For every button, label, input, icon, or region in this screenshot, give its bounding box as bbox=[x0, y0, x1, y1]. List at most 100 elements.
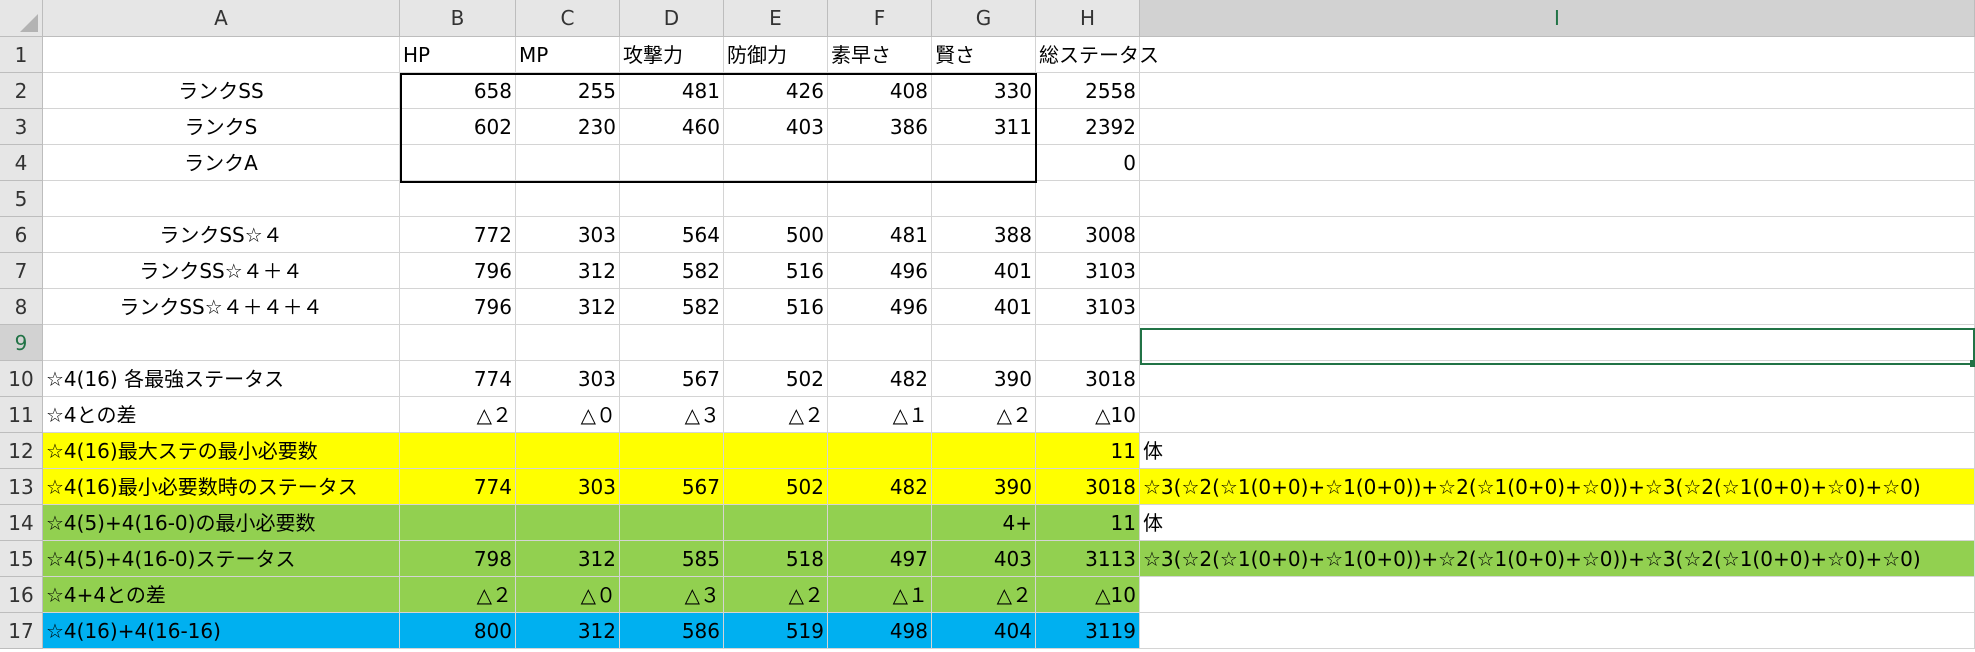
cell-a14[interactable]: ☆4(5)+4(16-0)の最小必要数 bbox=[43, 505, 400, 541]
cell-h17[interactable]: 3119 bbox=[1036, 613, 1140, 649]
cell-i17[interactable] bbox=[1140, 613, 1975, 649]
cell-h3[interactable]: 2392 bbox=[1036, 109, 1140, 145]
cell-f13[interactable]: 482 bbox=[828, 469, 932, 505]
column-header-a[interactable]: A bbox=[43, 0, 400, 37]
cell-b5[interactable] bbox=[400, 181, 516, 217]
cell-i14[interactable]: 体 bbox=[1140, 505, 1975, 541]
select-all-corner[interactable] bbox=[0, 0, 43, 37]
cell-e15[interactable]: 518 bbox=[724, 541, 828, 577]
fill-handle[interactable] bbox=[1970, 360, 1975, 367]
row-header-4[interactable]: 4 bbox=[0, 145, 43, 181]
row-header-17[interactable]: 17 bbox=[0, 613, 43, 649]
column-header-f[interactable]: F bbox=[828, 0, 932, 37]
cell-i1[interactable] bbox=[1140, 37, 1975, 73]
cell-f9[interactable] bbox=[828, 325, 932, 361]
cell-a2[interactable]: ランクSS bbox=[43, 73, 400, 109]
cell-c10[interactable]: 303 bbox=[516, 361, 620, 397]
cell-i5[interactable] bbox=[1140, 181, 1975, 217]
cell-d10[interactable]: 567 bbox=[620, 361, 724, 397]
cell-e11[interactable]: △２ bbox=[724, 397, 828, 433]
row-header-7[interactable]: 7 bbox=[0, 253, 43, 289]
cell-d9[interactable] bbox=[620, 325, 724, 361]
cell-c9[interactable] bbox=[516, 325, 620, 361]
cell-a10[interactable]: ☆4(16) 各最強ステータス bbox=[43, 361, 400, 397]
cell-c14[interactable] bbox=[516, 505, 620, 541]
cell-c12[interactable] bbox=[516, 433, 620, 469]
cell-g8[interactable]: 401 bbox=[932, 289, 1036, 325]
cell-h5[interactable] bbox=[1036, 181, 1140, 217]
cell-b16[interactable]: △２ bbox=[400, 577, 516, 613]
column-header-d[interactable]: D bbox=[620, 0, 724, 37]
row-header-12[interactable]: 12 bbox=[0, 433, 43, 469]
cell-a16[interactable]: ☆4+4との差 bbox=[43, 577, 400, 613]
cell-d6[interactable]: 564 bbox=[620, 217, 724, 253]
cell-i11[interactable] bbox=[1140, 397, 1975, 433]
cell-i3[interactable] bbox=[1140, 109, 1975, 145]
cell-c6[interactable]: 303 bbox=[516, 217, 620, 253]
cell-b2[interactable]: 658 bbox=[400, 73, 516, 109]
cell-c2[interactable]: 255 bbox=[516, 73, 620, 109]
cell-e4[interactable] bbox=[724, 145, 828, 181]
cell-i6[interactable] bbox=[1140, 217, 1975, 253]
cell-f2[interactable]: 408 bbox=[828, 73, 932, 109]
cell-c7[interactable]: 312 bbox=[516, 253, 620, 289]
cell-f15[interactable]: 497 bbox=[828, 541, 932, 577]
cell-i9[interactable] bbox=[1140, 325, 1975, 361]
cell-h10[interactable]: 3018 bbox=[1036, 361, 1140, 397]
cell-c11[interactable]: △０ bbox=[516, 397, 620, 433]
cell-e14[interactable] bbox=[724, 505, 828, 541]
cell-g10[interactable]: 390 bbox=[932, 361, 1036, 397]
row-header-16[interactable]: 16 bbox=[0, 577, 43, 613]
cell-i16[interactable] bbox=[1140, 577, 1975, 613]
cell-c4[interactable] bbox=[516, 145, 620, 181]
column-header-i[interactable]: I bbox=[1140, 0, 1975, 37]
cell-d17[interactable]: 586 bbox=[620, 613, 724, 649]
cell-i4[interactable] bbox=[1140, 145, 1975, 181]
cell-c16[interactable]: △０ bbox=[516, 577, 620, 613]
cell-h8[interactable]: 3103 bbox=[1036, 289, 1140, 325]
row-header-11[interactable]: 11 bbox=[0, 397, 43, 433]
cell-a3[interactable]: ランクS bbox=[43, 109, 400, 145]
cell-e17[interactable]: 519 bbox=[724, 613, 828, 649]
cell-b13[interactable]: 774 bbox=[400, 469, 516, 505]
cell-b6[interactable]: 772 bbox=[400, 217, 516, 253]
column-header-g[interactable]: G bbox=[932, 0, 1036, 37]
row-header-9[interactable]: 9 bbox=[0, 325, 43, 361]
cell-d12[interactable] bbox=[620, 433, 724, 469]
row-header-10[interactable]: 10 bbox=[0, 361, 43, 397]
cell-d11[interactable]: △３ bbox=[620, 397, 724, 433]
cell-b3[interactable]: 602 bbox=[400, 109, 516, 145]
column-header-e[interactable]: E bbox=[724, 0, 828, 37]
cell-g2[interactable]: 330 bbox=[932, 73, 1036, 109]
cell-h7[interactable]: 3103 bbox=[1036, 253, 1140, 289]
cell-f7[interactable]: 496 bbox=[828, 253, 932, 289]
cell-b1[interactable]: HP bbox=[400, 37, 516, 73]
cell-e12[interactable] bbox=[724, 433, 828, 469]
cell-e16[interactable]: △２ bbox=[724, 577, 828, 613]
row-header-13[interactable]: 13 bbox=[0, 469, 43, 505]
cell-g15[interactable]: 403 bbox=[932, 541, 1036, 577]
cell-d13[interactable]: 567 bbox=[620, 469, 724, 505]
cell-h11[interactable]: △10 bbox=[1036, 397, 1140, 433]
cell-b15[interactable]: 798 bbox=[400, 541, 516, 577]
cell-d15[interactable]: 585 bbox=[620, 541, 724, 577]
cell-f5[interactable] bbox=[828, 181, 932, 217]
row-header-3[interactable]: 3 bbox=[0, 109, 43, 145]
cell-c3[interactable]: 230 bbox=[516, 109, 620, 145]
cell-h2[interactable]: 2558 bbox=[1036, 73, 1140, 109]
cell-f16[interactable]: △１ bbox=[828, 577, 932, 613]
cell-g4[interactable] bbox=[932, 145, 1036, 181]
row-header-2[interactable]: 2 bbox=[0, 73, 43, 109]
cell-a1[interactable] bbox=[43, 37, 400, 73]
cell-g1[interactable]: 賢さ bbox=[932, 37, 1036, 73]
cell-d8[interactable]: 582 bbox=[620, 289, 724, 325]
column-header-h[interactable]: H bbox=[1036, 0, 1140, 37]
cell-a13[interactable]: ☆4(16)最小必要数時のステータス bbox=[43, 469, 400, 505]
cell-b17[interactable]: 800 bbox=[400, 613, 516, 649]
cell-a7[interactable]: ランクSS☆４＋４ bbox=[43, 253, 400, 289]
cell-b11[interactable]: △２ bbox=[400, 397, 516, 433]
cell-c8[interactable]: 312 bbox=[516, 289, 620, 325]
cell-f8[interactable]: 496 bbox=[828, 289, 932, 325]
cell-f12[interactable] bbox=[828, 433, 932, 469]
cell-e10[interactable]: 502 bbox=[724, 361, 828, 397]
